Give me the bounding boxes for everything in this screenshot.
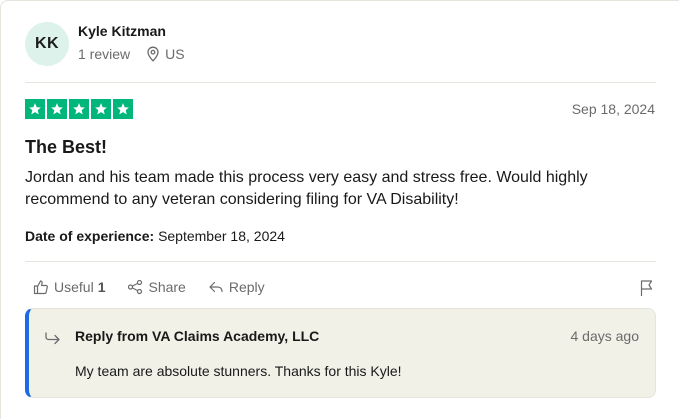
star-icon <box>113 99 133 119</box>
reviewer-country: US <box>146 45 185 63</box>
reply-body: My team are absolute stunners. Thanks fo… <box>75 363 402 379</box>
star-icon <box>91 99 111 119</box>
reply-button[interactable]: Reply <box>208 279 265 295</box>
header-divider <box>25 82 656 83</box>
useful-button[interactable]: Useful 1 <box>33 279 105 295</box>
share-label: Share <box>148 279 186 295</box>
report-flag-button[interactable] <box>639 279 655 302</box>
country-label: US <box>165 46 185 62</box>
star-icon <box>69 99 89 119</box>
reviewer-header: KK Kyle Kitzman 1 review US <box>25 21 185 67</box>
reply-heading: Reply from VA Claims Academy, LLC <box>75 328 320 344</box>
useful-label: Useful <box>54 279 94 295</box>
share-button[interactable]: Share <box>127 279 186 295</box>
reply-label: Reply <box>228 279 265 295</box>
star-rating <box>25 99 133 119</box>
reply-date: 4 days ago <box>570 328 640 344</box>
star-icon <box>25 99 45 119</box>
star-icon <box>47 99 67 119</box>
avatar[interactable]: KK <box>25 22 69 66</box>
reviewer-name[interactable]: Kyle Kitzman <box>78 21 185 41</box>
share-icon <box>128 279 143 295</box>
reviewer-info: Kyle Kitzman 1 review US <box>78 23 185 63</box>
review-count: 1 review <box>78 46 131 62</box>
location-pin-icon <box>147 46 159 62</box>
experience-date: September 18, 2024 <box>158 228 285 244</box>
experience-label: Date of experience: <box>25 228 155 244</box>
review-title[interactable]: The Best! <box>25 137 107 158</box>
date-of-experience: Date of experience: September 18, 2024 <box>25 228 285 244</box>
reviewer-meta: 1 review US <box>78 45 185 63</box>
flag-icon <box>640 280 653 296</box>
reply-arrow-icon <box>209 281 223 293</box>
thumbs-up-icon <box>33 280 48 295</box>
review-card: KK Kyle Kitzman 1 review US Sep 18, 2024… <box>0 0 679 419</box>
review-actions: Useful 1 Share Reply <box>33 279 287 295</box>
review-body[interactable]: Jordan and his team made this process ve… <box>25 167 645 211</box>
review-date: Sep 18, 2024 <box>571 101 655 117</box>
useful-count: 1 <box>97 279 106 295</box>
actions-divider <box>25 261 656 262</box>
company-reply-arrow-icon <box>45 332 60 345</box>
company-reply: Reply from VA Claims Academy, LLC 4 days… <box>25 308 656 398</box>
